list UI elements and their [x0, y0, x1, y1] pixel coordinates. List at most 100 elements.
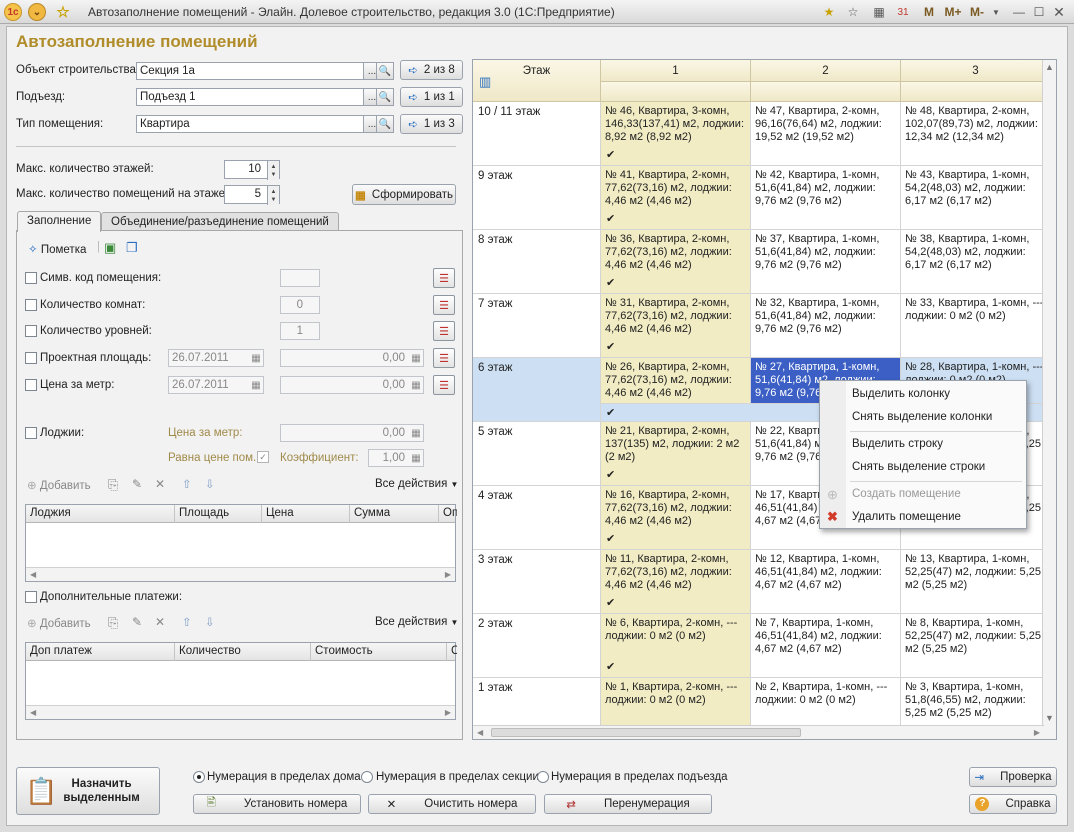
grid-settings-icon[interactable]: ▥ — [479, 74, 491, 90]
symbol-code-fill-button[interactable]: ☰ — [433, 268, 455, 288]
apartment-cell[interactable]: № 6, Квартира, 2-комн, --- лоджии: 0 м2 (… — [601, 614, 751, 678]
price-calendar-icon[interactable]: ▦ — [249, 378, 263, 392]
object-pager-button[interactable]: ➪ 2 из 8 — [400, 60, 463, 80]
menu-delete-room[interactable]: Удалить помещение — [852, 511, 961, 523]
room-type-pager-button[interactable]: ➪ 1 из 3 — [400, 114, 463, 134]
price-per-meter-checkbox[interactable] — [25, 379, 37, 391]
apartment-cell[interactable]: № 46, Квартира, 3-комн, 146,33(137,41) м2… — [601, 102, 751, 166]
symbol-code-input[interactable] — [280, 269, 320, 287]
project-area-checkbox[interactable] — [25, 352, 37, 364]
dropdown-arrow-icon[interactable]: ▼ — [990, 3, 1002, 21]
apartment-cell[interactable]: № 48, Квартира, 2-комн, 102,07(89,73) м2,… — [901, 102, 1051, 166]
check-mark-icon[interactable]: ✔ — [606, 533, 615, 546]
renumber-button[interactable]: ⇄ Перенумерация — [544, 794, 712, 814]
floor-cell[interactable]: 10 / 11 этаж — [473, 102, 601, 166]
generate-button[interactable]: ▦ Сформировать — [352, 184, 456, 205]
object-search-icon[interactable]: 🔍 — [376, 62, 394, 80]
floor-cell[interactable]: 3 этаж — [473, 550, 601, 614]
memory-m-plus-button[interactable]: M+ — [942, 3, 964, 21]
grid-scroll-thumb[interactable] — [491, 728, 801, 737]
coefficient-calc-icon[interactable]: ▦ — [409, 451, 423, 465]
menu-create-room[interactable]: Создать помещение — [852, 488, 961, 500]
extra-col-payment[interactable]: Доп платеж — [26, 643, 175, 661]
loggia-price-input[interactable]: 0,00 — [280, 424, 424, 442]
apartment-cell[interactable]: № 37, Квартира, 1-комн, 51,6(41,84) м2, л… — [751, 230, 901, 294]
scroll-right-icon[interactable]: ▶ — [445, 570, 451, 579]
floor-cell[interactable]: 6 этаж — [473, 358, 601, 422]
extra-all-actions[interactable]: Все действия ▼ — [375, 616, 458, 628]
price-calc-icon[interactable]: ▦ — [409, 378, 423, 392]
loggia-add-button[interactable]: ⊕ Добавить — [27, 478, 91, 492]
project-area-calendar-icon[interactable]: ▦ — [249, 351, 263, 365]
rooms-count-checkbox[interactable] — [25, 299, 37, 311]
loggia-table-scrollbar[interactable]: ◀ ▶ — [26, 567, 455, 581]
apartment-cell[interactable]: № 33, Квартира, 1-комн, --- лоджии: 0 м2 … — [901, 294, 1051, 358]
grid-col-3-header[interactable]: 3 — [901, 60, 1051, 82]
project-area-input[interactable]: 0,00 — [280, 349, 424, 367]
project-area-fill-button[interactable]: ☰ — [433, 348, 455, 368]
loggia-delete-icon[interactable]: ✕ — [155, 477, 165, 491]
menu-unselect-column[interactable]: Снять выделение колонки — [852, 411, 992, 423]
check-mark-icon[interactable]: ✔ — [606, 149, 615, 162]
apartment-cell[interactable]: № 26, Квартира, 2-комн, 77,62(73,16) м2, … — [601, 358, 751, 404]
apartment-cell[interactable]: № 47, Квартира, 2-комн, 96,16(76,64) м2, … — [751, 102, 901, 166]
check-mark-icon[interactable]: ✔ — [606, 469, 615, 482]
calendar-icon[interactable]: 31 — [894, 3, 912, 21]
extra-copy-icon[interactable]: ⎘ — [108, 615, 118, 631]
scroll-down-icon[interactable]: ▼ — [1045, 713, 1054, 723]
help-button[interactable]: ? Справка — [969, 794, 1057, 814]
loggia-price-calc-icon[interactable]: ▦ — [409, 426, 423, 440]
loggia-col-sum[interactable]: Сумма — [350, 505, 439, 523]
check-mark-icon[interactable]: ✔ — [606, 277, 615, 290]
check-mark-icon[interactable]: ✔ — [606, 341, 615, 354]
apartment-cell[interactable]: № 7, Квартира, 1-комн, 46,51(41,84) м2, л… — [751, 614, 901, 678]
add-favorite-icon[interactable]: ★ — [820, 3, 838, 21]
grid-col-2-header[interactable]: 2 — [751, 60, 901, 82]
extra-payments-checkbox[interactable] — [25, 591, 37, 603]
floor-cell[interactable]: 2 этаж — [473, 614, 601, 678]
floor-cell[interactable]: 4 этаж — [473, 486, 601, 550]
scroll-left-icon[interactable]: ◀ — [30, 708, 36, 717]
loggias-checkbox[interactable] — [25, 427, 37, 439]
extra-col-c[interactable]: С — [447, 643, 457, 661]
apartment-cell[interactable]: № 13, Квартира, 1-комн, 52,25(47) м2, лод… — [901, 550, 1051, 614]
equal-price-checkbox[interactable]: ✓ — [257, 451, 269, 463]
check-mark-icon[interactable]: ✔ — [606, 406, 615, 419]
minimize-icon[interactable]: — — [1010, 3, 1028, 21]
mark-button[interactable]: ✧ Пометка — [28, 242, 86, 256]
loggia-edit-icon[interactable]: ✎ — [132, 477, 142, 491]
max-rooms-spinner[interactable]: ▲ ▼ — [267, 186, 279, 205]
check-all-icon[interactable]: ▣ — [104, 240, 116, 256]
apartment-cell[interactable]: № 36, Квартира, 2-комн, 77,62(73,16) м2, … — [601, 230, 751, 294]
loggia-col-loggia[interactable]: Лоджия — [26, 505, 175, 523]
room-type-search-icon[interactable]: 🔍 — [376, 115, 394, 133]
loggia-all-actions[interactable]: Все действия ▼ — [375, 478, 458, 490]
apartment-cell[interactable]: № 41, Квартира, 2-комн, 77,62(73,16) м2, … — [601, 166, 751, 230]
loggia-col-price[interactable]: Цена — [262, 505, 350, 523]
apartment-cell[interactable]: № 31, Квартира, 2-комн, 77,62(73,16) м2, … — [601, 294, 751, 358]
memory-m-button[interactable]: M — [920, 3, 938, 21]
tab-merge-split[interactable]: Объединение/разъединение помещений — [101, 212, 339, 232]
loggia-move-up-icon[interactable]: ⇧ — [182, 477, 192, 491]
floor-cell[interactable]: 7 этаж — [473, 294, 601, 358]
menu-select-column[interactable]: Выделить колонку — [852, 388, 950, 400]
apartment-cell[interactable]: № 12, Квартира, 1-комн, 46,51(41,84) м2, … — [751, 550, 901, 614]
apartment-cell[interactable]: № 43, Квартира, 1-комн, 54,2(48,03) м2, л… — [901, 166, 1051, 230]
price-input[interactable]: 0,00 — [280, 376, 424, 394]
scroll-right-icon[interactable]: ▶ — [1034, 728, 1040, 737]
uncheck-all-icon[interactable]: ❐ — [126, 240, 138, 256]
levels-count-input[interactable]: 1 — [280, 322, 320, 340]
floor-cell[interactable]: 5 этаж — [473, 422, 601, 486]
check-mark-icon[interactable]: ✔ — [606, 661, 615, 674]
close-icon[interactable]: ✕ — [1050, 3, 1068, 21]
object-field[interactable]: Секция 1а — [136, 62, 364, 80]
main-menu-icon[interactable]: ⌄ — [28, 3, 46, 21]
symbol-code-checkbox[interactable] — [25, 272, 37, 284]
loggia-table[interactable]: Лоджия Площадь Цена Сумма Оп ◀ ▶ — [25, 504, 457, 582]
extra-col-cost[interactable]: Стоимость — [311, 643, 447, 661]
grid-col-1-header[interactable]: 1 — [601, 60, 751, 82]
max-floors-input[interactable]: 10 ▲ ▼ — [224, 160, 280, 180]
apartment-cell[interactable]: № 8, Квартира, 1-комн, 52,25(47) м2, лодж… — [901, 614, 1051, 678]
check-mark-icon[interactable]: ✔ — [606, 597, 615, 610]
apartment-cell[interactable]: № 32, Квартира, 1-комн, 51,6(41,84) м2, л… — [751, 294, 901, 358]
